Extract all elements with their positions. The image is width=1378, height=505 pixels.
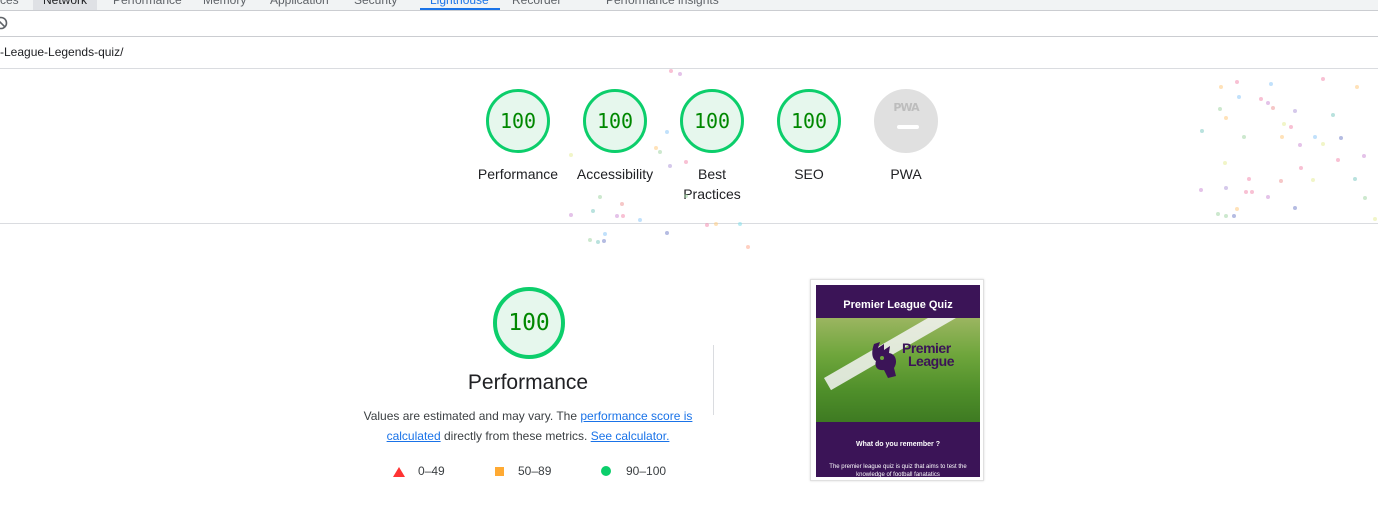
- tab-performance[interactable]: Performance: [113, 0, 182, 10]
- score-summary: 100 Performance 100 Accessibility 100 Be…: [0, 69, 1378, 224]
- pwa-dash-icon: [897, 125, 919, 129]
- performance-description: Values are estimated and may vary. The p…: [358, 406, 698, 446]
- screenshot-preview: Premier League Quiz Premier League What …: [816, 285, 980, 477]
- tab-memory[interactable]: Memory: [203, 0, 246, 10]
- report-url[interactable]: -League-Legends-quiz/: [0, 45, 123, 59]
- selected-tab-indicator: [420, 8, 500, 10]
- lighthouse-toolbar: [0, 11, 1378, 37]
- fail-triangle-icon: [393, 467, 405, 477]
- gauge-best-practices-label: Best Practices: [683, 166, 741, 202]
- premier-league-lion-icon: [872, 342, 897, 378]
- final-screenshot[interactable]: Premier League Quiz Premier League What …: [810, 279, 984, 481]
- legend-fail-range: 0–49: [418, 464, 445, 478]
- legend-pass-range: 90–100: [626, 464, 667, 478]
- gauge-seo[interactable]: 100 SEO: [759, 89, 859, 184]
- see-calculator-link[interactable]: See calculator.: [591, 429, 670, 443]
- tab-performance-insights[interactable]: Performance insights: [606, 0, 719, 10]
- average-square-icon: [495, 467, 504, 476]
- gauge-performance[interactable]: 100 Performance: [468, 89, 568, 184]
- devtools-tab-strip: ces Network Performance Memory Applicati…: [0, 0, 1378, 11]
- tab-network[interactable]: Network: [33, 0, 98, 10]
- gauge-accessibility-score: 100: [583, 89, 647, 153]
- gauge-performance-label: Performance: [477, 166, 559, 182]
- gauge-best-practices-score: 100: [680, 89, 744, 153]
- clear-icon[interactable]: [0, 16, 8, 30]
- screenshot-blurb: The premier league quiz is quiz that aim…: [829, 464, 967, 477]
- gauge-performance-score: 100: [486, 89, 550, 153]
- gauge-accessibility[interactable]: 100 Accessibility: [565, 89, 665, 184]
- screenshot-question: What do you remember ?: [855, 441, 940, 448]
- legend-average-range: 50–89: [518, 464, 552, 478]
- gauge-seo-label: SEO: [794, 166, 824, 182]
- wordmark-line-2: League: [908, 353, 955, 369]
- tab-sources[interactable]: ces: [0, 0, 19, 10]
- gauge-seo-score: 100: [777, 89, 841, 153]
- screenshot-page-title: Premier League Quiz: [843, 299, 953, 311]
- section-divider: [713, 345, 714, 415]
- pwa-badge-text: PWA: [893, 101, 919, 114]
- pass-circle-icon: [601, 466, 611, 476]
- premier-league-wordmark: Premier League: [902, 341, 955, 369]
- gauge-pwa[interactable]: PWA PWA: [856, 89, 956, 184]
- performance-title: Performance: [467, 371, 589, 394]
- gauge-pwa-label: PWA: [890, 166, 922, 182]
- performance-desc-middle: directly from these metrics.: [440, 429, 591, 443]
- performance-score-gauge: 100: [493, 287, 565, 359]
- football-pitch-image: Premier League: [816, 318, 980, 422]
- tab-recorder[interactable]: Recorder: [512, 0, 561, 10]
- performance-desc-text: Values are estimated and may vary. The: [363, 409, 581, 423]
- report-url-bar: -League-Legends-quiz/: [0, 37, 1378, 69]
- gauge-best-practices[interactable]: 100 Best Practices: [662, 89, 762, 204]
- tab-security[interactable]: Security: [354, 0, 397, 10]
- pwa-badge-icon: PWA: [874, 89, 938, 153]
- tab-application[interactable]: Application: [270, 0, 329, 10]
- gauge-accessibility-label: Accessibility: [576, 166, 654, 182]
